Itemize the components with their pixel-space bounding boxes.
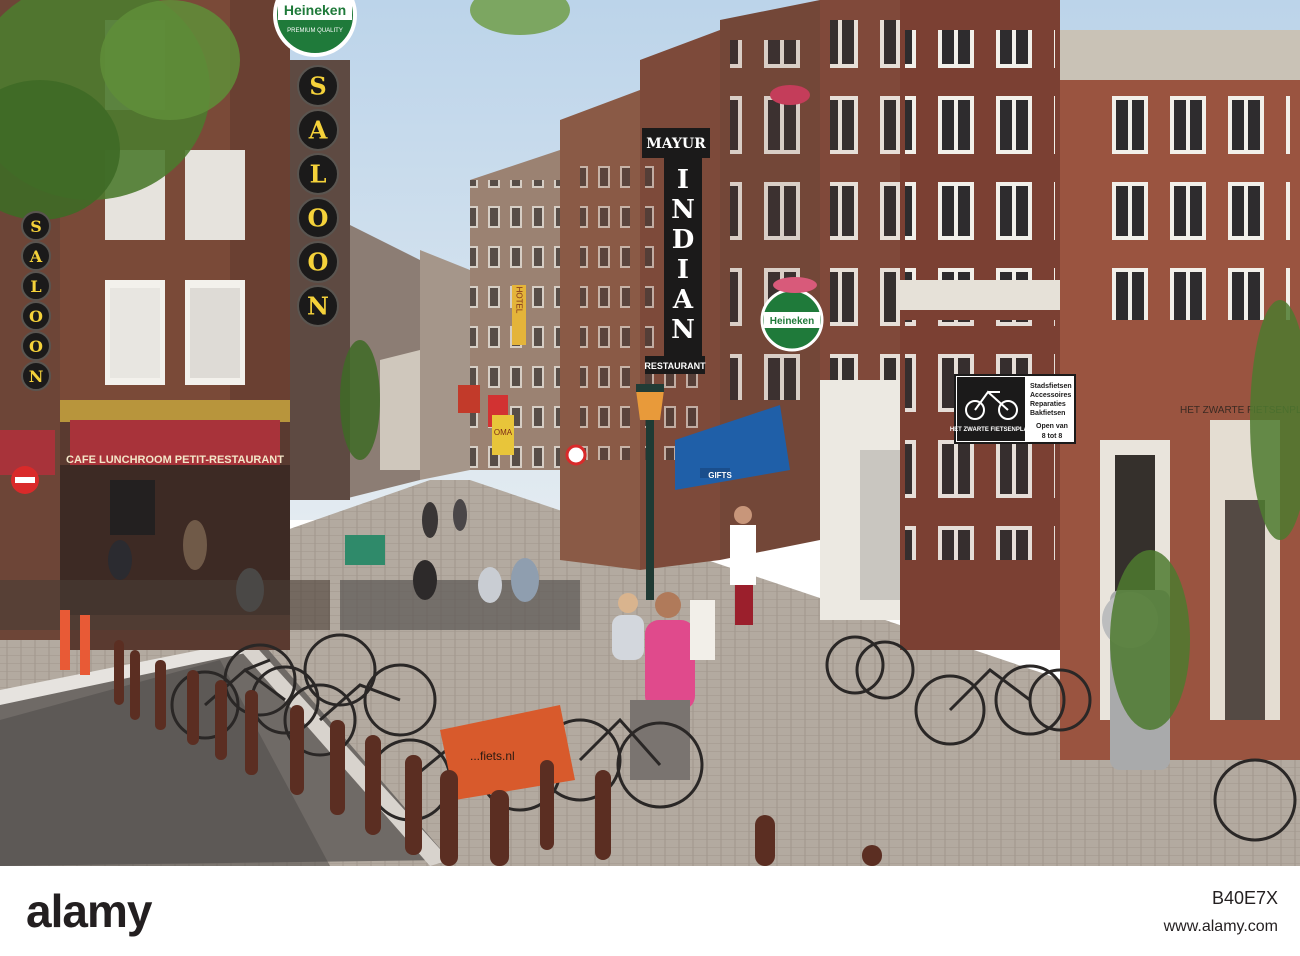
hotel-text: HOTEL: [515, 287, 524, 314]
alamy-logo: alamy: [26, 885, 152, 937]
bike-hours-line: 8 tot 8: [1042, 433, 1063, 440]
cafe-awning-text: CAFE LUNCHROOM PETIT-RESTAURANT: [66, 454, 284, 466]
indian-letter: A: [672, 285, 694, 315]
saloon-right-letter: O: [308, 204, 329, 233]
saloon-right-letter: N: [307, 292, 329, 321]
heineken-mid-text: Heineken: [770, 316, 814, 327]
saloon-left-letter: L: [30, 277, 41, 296]
image-id: B40E7X: [1211, 888, 1278, 908]
saloon-left-letter: S: [30, 217, 42, 236]
cargo-bike-label: ...fiets.nl: [470, 749, 515, 763]
saloon-left-letter: O: [29, 307, 43, 326]
photo-canvas: ...fiets.nl Heineken PREMIUM QUALITY SAL…: [0, 0, 1300, 866]
saloon-left-letter: A: [29, 247, 43, 266]
bike-shop-sign: HET ZWARTE FIETSENPLAN Stadsfietsen Acces…: [950, 374, 1076, 444]
street-photo: ...fiets.nl Heineken PREMIUM QUALITY SAL…: [0, 0, 1300, 866]
red-sign: [458, 385, 480, 413]
bike-shop-name: HET ZWARTE FIETSENPLAN: [950, 427, 1032, 433]
mayur-text: MAYUR: [646, 136, 706, 152]
indian-letter: N: [671, 195, 695, 225]
traffic-sign: [565, 444, 587, 466]
restaurant-text: RESTAURANT: [644, 361, 706, 371]
heineken-sign-mid: Heineken: [760, 288, 824, 352]
bike-service-item: Reparaties: [1030, 401, 1066, 408]
indian-letter: D: [672, 225, 695, 255]
indian-letter: I: [677, 165, 689, 195]
gifts-text: GIFTS: [708, 471, 732, 480]
indian-letter: I: [677, 255, 689, 285]
watermark-footer: alamy B40E7X www.alamy.com: [0, 866, 1300, 956]
site-url: www.alamy.com: [1163, 918, 1278, 935]
bike-service-item: Accessoires: [1030, 392, 1071, 399]
flower-box-2: [773, 277, 817, 293]
climbing-plant: [1110, 550, 1190, 730]
saloon-left-letter: N: [29, 367, 44, 386]
saloon-right-letter: O: [308, 248, 329, 277]
saloon-right-letter: L: [310, 160, 327, 189]
saloon-right-letter: S: [309, 72, 326, 101]
saloon-right-letter: A: [308, 116, 328, 145]
indian-letter: N: [671, 315, 695, 345]
heineken-top-sub: PREMIUM QUALITY: [287, 28, 343, 34]
heineken-top-text: Heineken: [284, 2, 346, 18]
oma-text: OMA: [494, 428, 513, 437]
bike-service-item: Bakfietsen: [1030, 410, 1065, 417]
bike-hours-line: Open van: [1036, 423, 1068, 430]
bike-service-item: Stadsfietsen: [1030, 383, 1072, 390]
flower-box: [770, 85, 810, 105]
saloon-left-letter: O: [29, 337, 43, 356]
